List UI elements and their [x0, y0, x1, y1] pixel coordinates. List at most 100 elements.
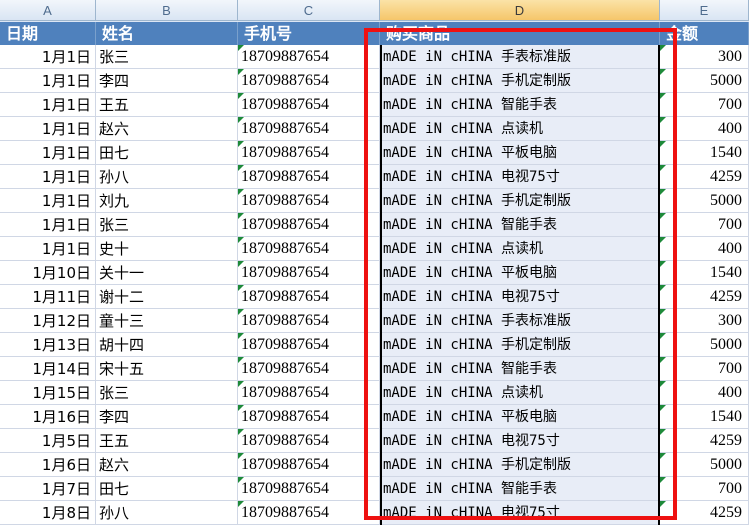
- column-header-a[interactable]: A: [0, 0, 96, 21]
- header-amount[interactable]: 金额: [660, 22, 749, 45]
- cell-amount[interactable]: 4259: [660, 285, 749, 309]
- header-product[interactable]: 购买商品: [380, 22, 660, 45]
- cell-product[interactable]: mADE iN cHINA 手机定制版: [380, 333, 660, 357]
- cell-product[interactable]: mADE iN cHINA 手机定制版: [380, 189, 660, 213]
- cell-name[interactable]: 孙八: [96, 501, 238, 525]
- cell-amount[interactable]: 4259: [660, 501, 749, 525]
- cell-product[interactable]: mADE iN cHINA 电视75寸: [380, 429, 660, 453]
- cell-date[interactable]: 1月7日: [0, 477, 96, 501]
- cell-amount[interactable]: 700: [660, 93, 749, 117]
- cell-amount[interactable]: 700: [660, 477, 749, 501]
- cell-phone[interactable]: 18709887654: [238, 213, 380, 237]
- header-date[interactable]: 日期: [0, 22, 96, 45]
- cell-phone[interactable]: 18709887654: [238, 501, 380, 525]
- cell-date[interactable]: 1月10日: [0, 261, 96, 285]
- cell-amount[interactable]: 5000: [660, 69, 749, 93]
- cell-product[interactable]: mADE iN cHINA 智能手表: [380, 213, 660, 237]
- cell-phone[interactable]: 18709887654: [238, 477, 380, 501]
- cell-phone[interactable]: 18709887654: [238, 261, 380, 285]
- cell-date[interactable]: 1月1日: [0, 45, 96, 69]
- cell-product[interactable]: mADE iN cHINA 平板电脑: [380, 141, 660, 165]
- cell-phone[interactable]: 18709887654: [238, 93, 380, 117]
- cell-name[interactable]: 张三: [96, 213, 238, 237]
- cell-product[interactable]: mADE iN cHINA 智能手表: [380, 477, 660, 501]
- cell-amount[interactable]: 700: [660, 357, 749, 381]
- column-header-b[interactable]: B: [96, 0, 238, 21]
- cell-product[interactable]: mADE iN cHINA 点读机: [380, 381, 660, 405]
- cell-name[interactable]: 宋十五: [96, 357, 238, 381]
- cell-name[interactable]: 孙八: [96, 165, 238, 189]
- cell-date[interactable]: 1月1日: [0, 213, 96, 237]
- cell-name[interactable]: 关十一: [96, 261, 238, 285]
- cell-product[interactable]: mADE iN cHINA 智能手表: [380, 357, 660, 381]
- cell-name[interactable]: 赵六: [96, 117, 238, 141]
- cell-product[interactable]: mADE iN cHINA 点读机: [380, 117, 660, 141]
- cell-phone[interactable]: 18709887654: [238, 117, 380, 141]
- cell-name[interactable]: 刘九: [96, 189, 238, 213]
- cell-name[interactable]: 童十三: [96, 309, 238, 333]
- cell-name[interactable]: 王五: [96, 93, 238, 117]
- cell-product[interactable]: mADE iN cHINA 电视75寸: [380, 165, 660, 189]
- cell-amount[interactable]: 300: [660, 45, 749, 69]
- cell-name[interactable]: 王五: [96, 429, 238, 453]
- cell-phone[interactable]: 18709887654: [238, 405, 380, 429]
- cell-amount[interactable]: 1540: [660, 261, 749, 285]
- header-phone[interactable]: 手机号: [238, 22, 380, 45]
- cell-name[interactable]: 赵六: [96, 453, 238, 477]
- cell-amount[interactable]: 4259: [660, 429, 749, 453]
- cell-date[interactable]: 1月11日: [0, 285, 96, 309]
- cell-name[interactable]: 胡十四: [96, 333, 238, 357]
- cell-name[interactable]: 谢十二: [96, 285, 238, 309]
- cell-product[interactable]: mADE iN cHINA 智能手表: [380, 93, 660, 117]
- cell-phone[interactable]: 18709887654: [238, 141, 380, 165]
- cell-amount[interactable]: 400: [660, 117, 749, 141]
- cell-product[interactable]: mADE iN cHINA 手机定制版: [380, 453, 660, 477]
- cell-date[interactable]: 1月1日: [0, 237, 96, 261]
- cell-name[interactable]: 张三: [96, 381, 238, 405]
- cell-phone[interactable]: 18709887654: [238, 165, 380, 189]
- cell-date[interactable]: 1月13日: [0, 333, 96, 357]
- cell-date[interactable]: 1月8日: [0, 501, 96, 525]
- cell-amount[interactable]: 700: [660, 213, 749, 237]
- cell-product[interactable]: mADE iN cHINA 手表标准版: [380, 45, 660, 69]
- cell-product[interactable]: mADE iN cHINA 手表标准版: [380, 309, 660, 333]
- cell-date[interactable]: 1月14日: [0, 357, 96, 381]
- cell-date[interactable]: 1月5日: [0, 429, 96, 453]
- cell-phone[interactable]: 18709887654: [238, 309, 380, 333]
- cell-name[interactable]: 田七: [96, 141, 238, 165]
- cell-phone[interactable]: 18709887654: [238, 69, 380, 93]
- cell-name[interactable]: 田七: [96, 477, 238, 501]
- cell-date[interactable]: 1月1日: [0, 117, 96, 141]
- cell-date[interactable]: 1月1日: [0, 189, 96, 213]
- cell-name[interactable]: 李四: [96, 405, 238, 429]
- cell-date[interactable]: 1月15日: [0, 381, 96, 405]
- cell-amount[interactable]: 400: [660, 237, 749, 261]
- cell-date[interactable]: 1月1日: [0, 93, 96, 117]
- cell-date[interactable]: 1月16日: [0, 405, 96, 429]
- cell-name[interactable]: 李四: [96, 69, 238, 93]
- column-header-e[interactable]: E: [660, 0, 749, 21]
- cell-phone[interactable]: 18709887654: [238, 237, 380, 261]
- header-name[interactable]: 姓名: [96, 22, 238, 45]
- cell-date[interactable]: 1月1日: [0, 69, 96, 93]
- cell-date[interactable]: 1月6日: [0, 453, 96, 477]
- cell-product[interactable]: mADE iN cHINA 电视75寸: [380, 501, 660, 525]
- cell-product[interactable]: mADE iN cHINA 手机定制版: [380, 69, 660, 93]
- cell-amount[interactable]: 1540: [660, 141, 749, 165]
- cell-product[interactable]: mADE iN cHINA 电视75寸: [380, 285, 660, 309]
- cell-date[interactable]: 1月1日: [0, 165, 96, 189]
- cell-amount[interactable]: 5000: [660, 453, 749, 477]
- cell-phone[interactable]: 18709887654: [238, 189, 380, 213]
- cell-name[interactable]: 史十: [96, 237, 238, 261]
- column-header-c[interactable]: C: [238, 0, 380, 21]
- cell-phone[interactable]: 18709887654: [238, 357, 380, 381]
- cell-amount[interactable]: 5000: [660, 189, 749, 213]
- cell-phone[interactable]: 18709887654: [238, 285, 380, 309]
- cell-date[interactable]: 1月12日: [0, 309, 96, 333]
- cell-phone[interactable]: 18709887654: [238, 453, 380, 477]
- cell-phone[interactable]: 18709887654: [238, 381, 380, 405]
- cell-product[interactable]: mADE iN cHINA 点读机: [380, 237, 660, 261]
- cell-phone[interactable]: 18709887654: [238, 333, 380, 357]
- cell-phone[interactable]: 18709887654: [238, 45, 380, 69]
- cell-amount[interactable]: 400: [660, 381, 749, 405]
